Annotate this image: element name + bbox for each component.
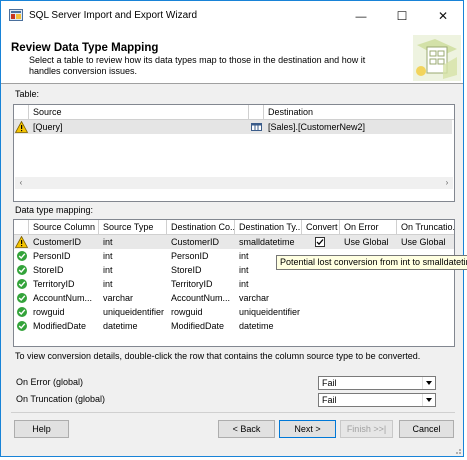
cell-source-type: varchar [103,293,134,303]
page-header: Review Data Type Mapping Select a table … [1,31,463,84]
column-header-source[interactable]: Source [29,105,249,120]
cell-source-column: StoreID [33,265,64,275]
table-label: Table: [15,89,40,99]
column-header-spacer [249,105,264,120]
wizard-banner-graphic [413,35,461,81]
success-check-icon [17,321,27,331]
warning-icon [15,236,28,248]
cell-source-type: int [103,279,113,289]
cell-on-truncation[interactable]: Use Global [397,235,454,249]
cell-destination-column: rowguid [171,307,203,317]
cell-destination-type: uniqueidentifier [239,307,301,317]
next-button[interactable]: Next > [279,420,336,438]
maximize-button[interactable]: ☐ [382,1,422,31]
column-header-destination[interactable]: Destination [264,105,454,120]
warning-icon [15,121,28,133]
column-header-convert[interactable]: Convert [302,220,340,235]
table-horizontal-scrollbar[interactable]: ‹ › [15,177,453,189]
cell-source-type: uniqueidentifier [103,307,165,317]
cell-source-type: int [103,265,113,275]
cell-destination-type: smalldatetime [239,237,295,247]
title-bar: SQL Server Import and Export Wizard — ☐ … [1,1,463,31]
on-error-global-value: Fail [322,378,337,388]
finish-button[interactable]: Finish >>| [340,420,393,438]
mapping-row-modifieddate[interactable]: ModifiedDate datetime ModifiedDate datet… [14,319,454,333]
cell-source-type: int [103,251,113,261]
table-grid: Source Destination [Query] [Sales].[Cust… [13,104,455,202]
cell-destination-column: PersonID [171,251,209,261]
conversion-hint-text: To view conversion details, double-click… [15,351,421,361]
cell-source-column: CustomerID [33,237,82,247]
success-check-icon [17,265,27,275]
cell-destination-column: AccountNum... [171,293,231,303]
maximize-icon: ☐ [396,9,408,23]
data-type-mapping-label: Data type mapping: [15,205,94,215]
mapping-grid-corner [14,220,29,235]
column-header-source-type[interactable]: Source Type [99,220,167,235]
column-header-on-truncation[interactable]: On Truncatio... [397,220,454,235]
table-row-destination: [Sales].[CustomerNew2] [268,122,366,132]
mapping-row-customerid[interactable]: CustomerID int CustomerID smalldatetime … [14,235,454,249]
cell-destination-column: CustomerID [171,237,220,247]
footer-divider [11,412,455,413]
mapping-row-territoryid[interactable]: TerritoryID int TerritoryID int [14,277,454,291]
cell-source-column: rowguid [33,307,65,317]
page-title: Review Data Type Mapping [11,42,159,54]
table-icon [251,123,262,131]
cell-destination-type: int [239,279,249,289]
close-icon: ✕ [437,9,449,23]
on-error-global-select[interactable]: Fail [318,376,436,390]
minimize-button[interactable]: — [341,1,381,31]
mapping-grid: Source Column Source Type Destination Co… [13,219,455,347]
scroll-right-arrow[interactable]: › [441,177,453,189]
column-header-on-error[interactable]: On Error [340,220,397,235]
on-truncation-global-label: On Truncation (global) [16,394,106,404]
minimize-icon: — [355,11,367,23]
cell-destination-type: varchar [239,293,270,303]
table-row[interactable]: [Query] [Sales].[CustomerNew2] [14,120,452,134]
on-truncation-global-value: Fail [322,395,337,405]
column-header-source-column[interactable]: Source Column [29,220,99,235]
wizard-window: SQL Server Import and Export Wizard — ☐ … [0,0,464,457]
success-check-icon [17,251,27,261]
success-check-icon [17,279,27,289]
window-title: SQL Server Import and Export Wizard [29,10,198,21]
conversion-warning-tooltip: Potential lost conversion from int to sm… [276,255,467,270]
column-header-destination-type[interactable]: Destination Ty... [235,220,302,235]
page-subtitle: Select a table to review how its data ty… [29,55,366,76]
success-check-icon [17,307,27,317]
table-grid-corner [14,105,29,120]
checkmark-icon [316,239,324,246]
chevron-down-icon [422,377,435,389]
cancel-button[interactable]: Cancel [399,420,454,438]
cell-source-type: datetime [103,321,138,331]
cell-on-error[interactable]: Use Global [340,235,397,249]
on-truncation-global-select[interactable]: Fail [318,393,436,407]
cell-source-type: int [103,237,113,247]
resize-grip-icon[interactable] [452,445,462,455]
cell-source-column: AccountNum... [33,293,93,303]
cell-destination-column: TerritoryID [171,279,213,289]
convert-checkbox[interactable] [315,237,325,247]
sql-server-wizard-icon [9,9,23,21]
mapping-row-rowguid[interactable]: rowguid uniqueidentifier rowguid uniquei… [14,305,454,319]
back-button[interactable]: < Back [218,420,275,438]
success-check-icon [17,293,27,303]
cell-destination-column: ModifiedDate [171,321,225,331]
cell-source-column: ModifiedDate [33,321,87,331]
help-button[interactable]: Help [14,420,69,438]
on-error-global-label: On Error (global) [16,377,84,387]
cell-source-column: PersonID [33,251,71,261]
cell-destination-type: datetime [239,321,274,331]
cell-source-column: TerritoryID [33,279,75,289]
chevron-down-icon [422,394,435,406]
column-header-destination-column[interactable]: Destination Co... [167,220,235,235]
table-row-source: [Query] [33,122,63,132]
cell-destination-column: StoreID [171,265,202,275]
mapping-row-accountnumber[interactable]: AccountNum... varchar AccountNum... varc… [14,291,454,305]
scroll-left-arrow[interactable]: ‹ [15,177,27,189]
close-button[interactable]: ✕ [423,1,463,31]
